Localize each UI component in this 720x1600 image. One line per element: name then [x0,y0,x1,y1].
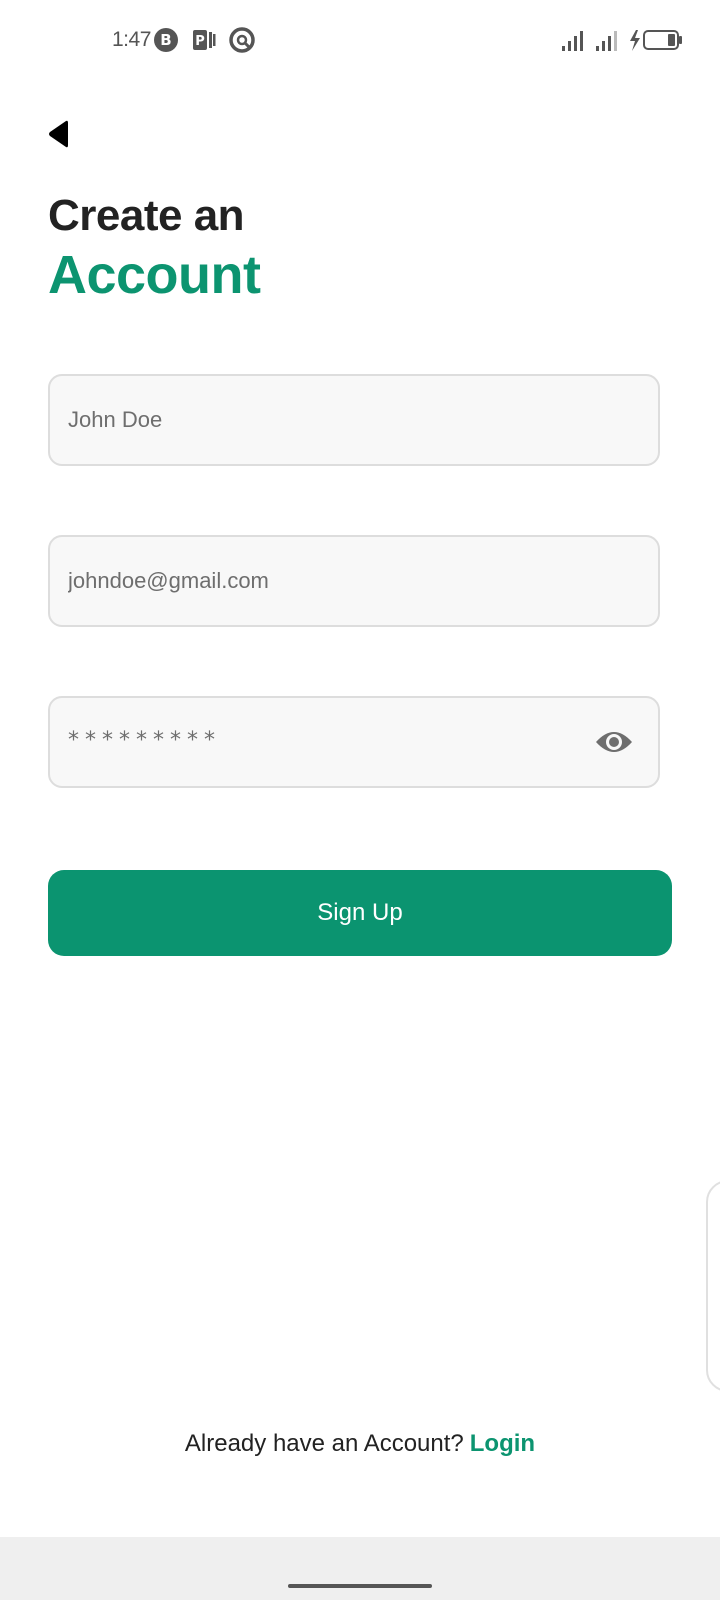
password-field[interactable]: ********* [48,696,660,788]
b-badge-icon: B [154,28,178,52]
back-triangle-icon [49,120,68,148]
page-title-line1: Create an [48,191,245,240]
password-input[interactable]: ********* [68,728,221,753]
eye-icon[interactable] [594,724,634,760]
login-prompt-text: Already have an Account? [184,1430,464,1457]
status-time: 1:47 [112,28,151,51]
system-nav-bar [0,1537,720,1600]
no-disturb-icon [229,27,255,53]
name-field[interactable] [48,374,660,466]
sign-up-button[interactable]: Sign Up [48,870,672,956]
login-prompt: Already have an Account? Login [0,1430,720,1458]
page-title-line2: Account [48,245,261,305]
floating-edge-handle[interactable] [706,1180,720,1392]
signal-icon [562,31,583,51]
svg-text:B: B [160,31,171,49]
home-indicator[interactable] [288,1584,432,1588]
charging-icon [630,30,640,51]
battery-icon [643,30,682,50]
svg-text:P: P [195,34,205,49]
name-input[interactable] [68,376,588,464]
p-app-icon: P [193,30,216,50]
status-indicators [562,30,682,51]
login-link[interactable]: Login [470,1430,535,1457]
email-input[interactable] [68,537,588,625]
email-field[interactable] [48,535,660,627]
status-bar: 1:47 B P [0,0,720,80]
back-button[interactable] [36,112,80,156]
signal-icon-2 [596,31,617,51]
